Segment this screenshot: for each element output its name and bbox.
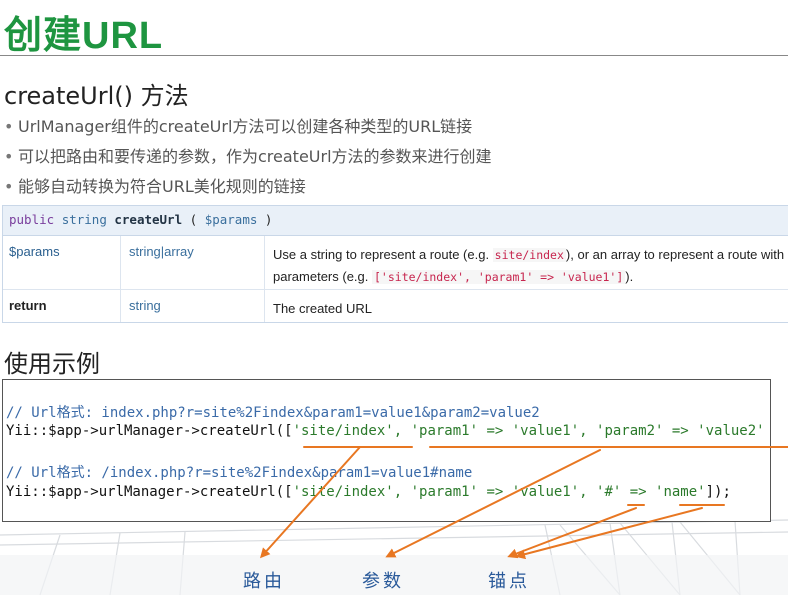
bullet-dot-icon: •: [4, 177, 14, 196]
param-name: $params: [3, 236, 121, 289]
sig-param: $params: [204, 212, 258, 227]
sig-close-paren: ): [264, 212, 273, 227]
code-call: Yii::$app->urlManager->createUrl([: [6, 484, 293, 500]
api-reference-table: public string createUrl ( $params ) $par…: [2, 205, 788, 323]
code-comment-1: // Url格式: index.php?r=site%2Findex&param…: [6, 405, 540, 421]
inline-code-array: ['site/index', 'param1' => 'value1']: [372, 270, 626, 284]
feature-bullet-list: • UrlManager组件的createUrl方法可以创建各种类型的URL链接 …: [4, 112, 492, 202]
param-type: string|array: [121, 236, 265, 289]
bullet-text: 能够自动转换为符合URL美化规则的链接: [18, 177, 306, 196]
code-line-2: Yii::$app->urlManager->createUrl(['site/…: [6, 484, 731, 500]
bullet-item: • UrlManager组件的createUrl方法可以创建各种类型的URL链接: [4, 112, 492, 142]
slide-title: 创建URL: [4, 15, 164, 57]
code-call: Yii::$app->urlManager->createUrl([: [6, 423, 293, 439]
bullet-dot-icon: •: [4, 147, 14, 166]
desc-text: ), or an array to represent a route with: [565, 247, 785, 262]
sig-open-paren: (: [189, 212, 198, 227]
bullet-dot-icon: •: [4, 117, 14, 136]
code-example-block: // Url格式: index.php?r=site%2Findex&param…: [2, 379, 771, 522]
param-description: Use a string to represent a route (e.g. …: [265, 236, 788, 289]
code-args: 'site/index', 'param1' => 'value1', 'par…: [292, 423, 765, 439]
code-args: 'site/index', 'param1' => 'value1', '#' …: [292, 484, 706, 500]
method-signature: public string createUrl ( $params ): [3, 206, 788, 236]
inline-code-route: site/index: [492, 248, 566, 262]
return-type: string: [121, 290, 265, 322]
sig-return-type: string: [61, 212, 107, 227]
method-heading: createUrl() 方法: [4, 82, 189, 110]
table-row-params: $params string|array Use a string to rep…: [3, 236, 788, 290]
annotation-params: 参数: [362, 571, 404, 592]
bullet-item: • 能够自动转换为符合URL美化规则的链接: [4, 172, 492, 202]
bullet-text: 可以把路由和要传递的参数，作为createUrl方法的参数来进行创建: [18, 147, 492, 166]
return-description: The created URL: [273, 301, 372, 316]
example-heading: 使用示例: [4, 350, 100, 378]
bullet-text: UrlManager组件的createUrl方法可以创建各种类型的URL链接: [18, 117, 473, 136]
desc-text: parameters (e.g.: [273, 269, 372, 284]
annotation-route: 路由: [243, 571, 285, 592]
return-label: return: [3, 290, 121, 322]
code-comment-2: // Url格式: /index.php?r=site%2Findex&para…: [6, 465, 473, 481]
title-divider: [0, 55, 788, 56]
desc-text: Use a string to represent a route (e.g.: [273, 247, 493, 262]
code-line-1: Yii::$app->urlManager->createUrl(['site/…: [6, 423, 765, 439]
sig-keyword-public: public: [9, 212, 55, 227]
annotation-anchor: 锚点: [488, 571, 530, 592]
bullet-item: • 可以把路由和要传递的参数，作为createUrl方法的参数来进行创建: [4, 142, 492, 172]
desc-text: ).: [625, 269, 634, 284]
sig-method-name: createUrl: [114, 212, 183, 227]
table-row-return: return string The created URL: [3, 290, 788, 322]
code-close: ]);: [705, 484, 731, 500]
